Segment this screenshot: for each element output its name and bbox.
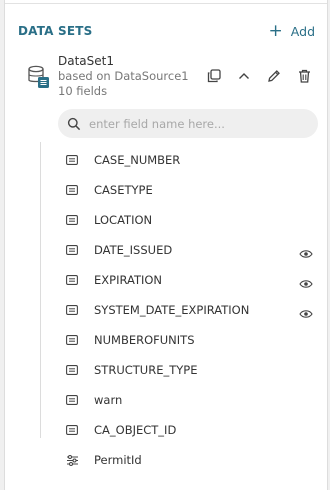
field-label: DATE_ISSUED <box>94 243 173 257</box>
text-field-icon <box>66 154 80 166</box>
text-field-icon <box>66 364 80 376</box>
field-item[interactable]: DATE_ISSUED <box>60 235 313 265</box>
database-icon <box>28 65 50 89</box>
search-icon <box>67 116 81 131</box>
field-label: CA_OBJECT_ID <box>94 423 177 437</box>
text-field-icon <box>66 244 80 256</box>
field-label: SYSTEM_DATE_EXPIRATION <box>94 303 250 317</box>
data-sets-header: DATA SETS + Add <box>18 20 315 42</box>
field-label: warn <box>94 393 123 407</box>
eye-icon[interactable] <box>299 304 313 318</box>
add-label: Add <box>290 23 315 39</box>
field-item[interactable]: STRUCTURE_TYPE <box>60 355 313 385</box>
dataset-info: DataSet1 based on DataSource1 10 fields <box>58 54 189 99</box>
field-search <box>58 109 318 138</box>
field-item[interactable]: LOCATION <box>60 205 313 235</box>
chevron-up-icon[interactable] <box>235 67 253 85</box>
field-item[interactable]: NUMBEROFUNITS <box>60 325 313 355</box>
field-label: LOCATION <box>94 213 153 227</box>
field-item[interactable]: CA_OBJECT_ID <box>60 415 313 445</box>
search-input[interactable] <box>89 114 309 133</box>
add-dataset-button[interactable]: + Add <box>268 20 315 41</box>
section-title: DATA SETS <box>18 24 93 38</box>
text-field-icon <box>66 424 80 436</box>
trash-icon[interactable] <box>295 67 313 85</box>
field-item[interactable]: CASE_NUMBER <box>60 145 313 175</box>
text-field-icon <box>66 214 80 226</box>
duplicate-icon[interactable] <box>205 67 223 85</box>
field-label: NUMBEROFUNITS <box>94 333 195 347</box>
field-label: CASETYPE <box>94 183 153 197</box>
field-item[interactable]: CASETYPE <box>60 175 313 205</box>
dataset-field-count: 10 fields <box>58 84 108 98</box>
data-sets-panel: DATA SETS + Add DataSet1 based on DataSo… <box>5 4 327 490</box>
text-field-icon <box>66 334 80 346</box>
plus-icon: + <box>268 20 283 41</box>
text-field-icon <box>66 394 80 406</box>
text-field-icon <box>66 304 80 316</box>
field-item[interactable]: PermitId <box>60 445 313 475</box>
edit-pencil-icon[interactable] <box>265 67 283 85</box>
dataset-item[interactable]: DataSet1 based on DataSource1 10 fields <box>26 52 313 100</box>
text-field-icon <box>66 184 80 196</box>
dataset-actions <box>205 67 313 85</box>
computed-field-icon <box>66 454 80 466</box>
field-label: PermitId <box>94 453 142 467</box>
field-item[interactable]: EXPIRATION <box>60 265 313 295</box>
field-label: CASE_NUMBER <box>94 153 181 167</box>
field-item[interactable]: warn <box>60 385 313 415</box>
field-item[interactable]: SYSTEM_DATE_EXPIRATION <box>60 295 313 325</box>
eye-icon[interactable] <box>299 244 313 258</box>
field-list: CASE_NUMBER CASETYPE LOCATION DATE_ISSUED EX… <box>60 145 313 475</box>
dataset-source: based on DataSource1 <box>58 69 189 83</box>
text-field-icon <box>66 274 80 286</box>
dataset-name: DataSet1 <box>58 54 114 68</box>
field-label: EXPIRATION <box>94 273 163 287</box>
tree-guide-line <box>40 142 41 438</box>
eye-icon[interactable] <box>299 274 313 288</box>
field-label: STRUCTURE_TYPE <box>94 363 198 377</box>
